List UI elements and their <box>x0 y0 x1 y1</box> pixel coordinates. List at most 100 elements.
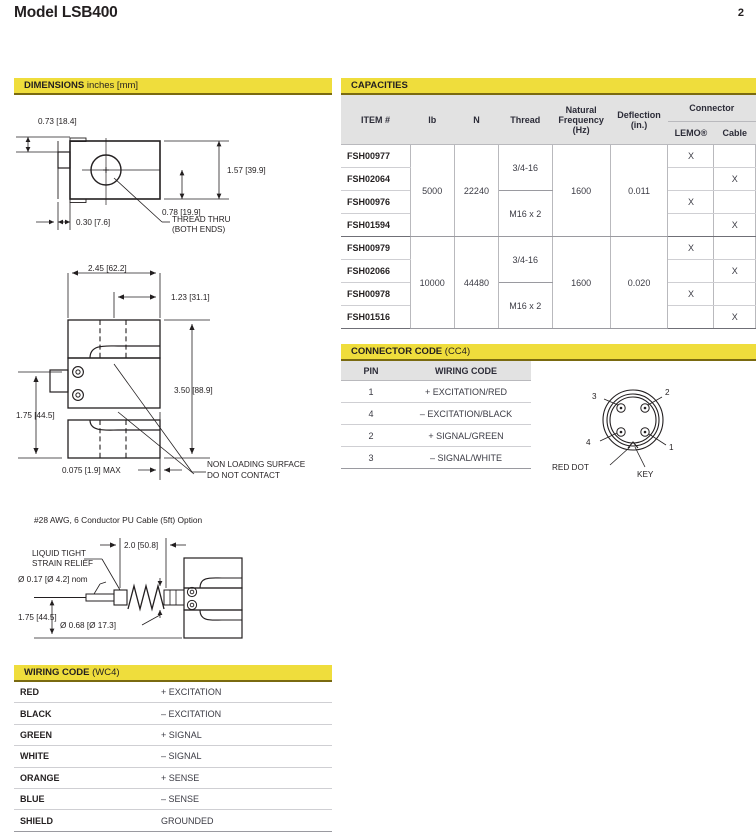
pin-label-3: 3 <box>592 392 597 401</box>
cell-item: FSH00979 <box>341 236 411 260</box>
natural-frequency-line-3: (Hz) <box>572 124 590 135</box>
note-non-loading-line-1: NON LOADING SURFACE <box>207 460 306 469</box>
cell-n: 44480 <box>453 236 500 329</box>
cell-cable <box>713 190 756 214</box>
cell-wire-function: + EXCITATION <box>151 682 332 704</box>
top-view-boss <box>57 151 71 169</box>
cell-wire-function: – SIGNAL <box>151 745 332 768</box>
table-row: SHIELD GROUNDED <box>14 809 332 832</box>
cell-cable <box>713 144 756 168</box>
page-number: 2 <box>737 7 744 19</box>
connector-mid-ring <box>606 393 660 447</box>
dim-label-175: 1.75 [44.5] <box>16 411 55 420</box>
cell-item: FSH02066 <box>341 259 411 283</box>
cell-thread: 3/4-16 <box>498 144 553 191</box>
dim-label-0075: 0.075 [1.9] MAX <box>62 466 121 475</box>
dim-label-123: 1.23 [31.1] <box>171 293 210 302</box>
dim-label-20: 2.0 [50.8] <box>124 541 158 550</box>
cell-lemo <box>667 259 715 283</box>
cable-option-drawing: #28 AWG, 6 Conductor PU Cable (5ft) Opti… <box>14 512 344 652</box>
dimensions-banner-title: DIMENSIONS <box>24 80 85 91</box>
cell-item: FSH00976 <box>341 190 411 214</box>
wiring-code-banner-subtitle: (WC4) <box>92 667 120 678</box>
connector-pinout-diagram: 3 2 4 1 RED DOT KEY <box>548 375 748 480</box>
strain-relief-spring <box>127 583 165 612</box>
note-thread-thru-line-2: (BOTH ENDS) <box>172 225 225 234</box>
pin-dot-2 <box>643 406 647 410</box>
note-thread-thru-line-1: THREAD THRU <box>172 215 231 224</box>
cell-wire-function: – SENSE <box>151 788 332 811</box>
deflection-line-1: Deflection <box>617 109 661 120</box>
red-dot-label: RED DOT <box>552 463 589 472</box>
table-row: FSH00979 10000 44480 3/4-16 1600 0.020 X <box>341 236 756 329</box>
col-header-cable: Cable <box>713 121 756 145</box>
strain-relief-label-line-2: STRAIN RELIEF <box>32 559 93 568</box>
cable-view-s-upper <box>199 577 242 589</box>
wiring-code-banner: WIRING CODE (WC4) <box>14 665 332 682</box>
cell-cable <box>713 282 756 306</box>
dim-label-017: Ø 0.17 [Ø 4.2] nom <box>18 575 88 584</box>
capacities-table-head: ITEM # lb N Thread Natural Frequency (Hz… <box>341 95 756 145</box>
cable-view-upper-arm <box>183 557 243 589</box>
cell-thread: 3/4-16 <box>498 236 553 283</box>
cell-wiring-code: – SIGNAL/WHITE <box>401 446 531 469</box>
cell-deflection: 0.011 <box>609 144 669 237</box>
note-non-loading-line-2: DO NOT CONTACT <box>207 471 280 480</box>
page-title: Model LSB400 <box>14 4 118 21</box>
cell-pin: 1 <box>341 380 401 403</box>
connector-code-table: PIN WIRING CODE 1 + EXCITATION/RED 4 – E… <box>341 361 531 469</box>
connector-outer-ring <box>602 389 664 451</box>
col-header-wiring-code: WIRING CODE <box>401 361 531 381</box>
pin-label-4: 4 <box>586 438 591 447</box>
cell-item: FSH01594 <box>341 213 411 237</box>
key-label: KEY <box>637 470 654 479</box>
wiring-code-table: RED + EXCITATION BLACK – EXCITATION GREE… <box>14 682 332 832</box>
datasheet-page: Model LSB400 2 DIMENSIONS inches [mm] CA… <box>0 0 756 832</box>
cell-wire-color: ORANGE <box>14 767 151 789</box>
strain-relief-label-line-1: LIQUID TIGHT <box>32 549 86 558</box>
strain-relief-body <box>113 589 128 606</box>
cell-lb: 10000 <box>409 236 455 329</box>
wiring-code-table-body: RED + EXCITATION BLACK – EXCITATION GREE… <box>14 682 332 832</box>
col-header-deflection: Deflection (in.) <box>610 95 668 145</box>
cell-lemo <box>667 213 715 237</box>
table-row: GREEN + SIGNAL <box>14 724 332 747</box>
front-view-middle-block <box>67 357 161 409</box>
cell-wire-color: BLACK <box>14 702 151 725</box>
leader-thread-thru <box>113 177 163 223</box>
front-view-upper-arm <box>67 319 161 359</box>
connector-code-table-body: 1 + EXCITATION/RED 4 – EXCITATION/BLACK … <box>341 380 531 469</box>
leader-red-dot <box>609 446 631 466</box>
leader-non-loading-2 <box>117 411 195 475</box>
cell-item: FSH01516 <box>341 305 411 329</box>
dimensions-banner-subtitle: inches [mm] <box>86 80 139 91</box>
capacities-banner-title: CAPACITIES <box>351 80 408 91</box>
cell-item: FSH00977 <box>341 144 411 168</box>
cell-lb: 5000 <box>409 144 455 237</box>
screw-lower <box>72 389 84 401</box>
cell-wire-function: GROUNDED <box>151 809 332 832</box>
col-header-pin: PIN <box>341 361 401 381</box>
front-view-drawing: 2.45 [62.2] 1.23 [31.1] 3.50 [88.9] 1.75… <box>14 252 344 492</box>
cell-item: FSH02064 <box>341 167 411 191</box>
front-view-connector-boss <box>49 369 69 393</box>
cable-screw-lower <box>186 599 198 611</box>
cell-natural-frequency: 1600 <box>551 236 611 329</box>
leader-dia-068 <box>141 614 161 626</box>
top-view-drawing: 0.73 [18.4] 1.57 [39.9] 0.78 [19.9] 0.30… <box>14 110 334 245</box>
cell-wiring-code: – EXCITATION/BLACK <box>401 402 531 425</box>
table-row: BLACK – EXCITATION <box>14 702 332 725</box>
cell-cable <box>713 236 756 260</box>
connector-code-banner-title: CONNECTOR CODE <box>351 346 443 357</box>
cell-wiring-code: + EXCITATION/RED <box>401 380 531 403</box>
connector-code-banner-text: CONNECTOR CODE (CC4) <box>351 346 470 357</box>
col-header-natural-frequency: Natural Frequency (Hz) <box>552 95 611 145</box>
cell-cable: X <box>713 305 756 329</box>
cell-wire-color: RED <box>14 682 151 704</box>
dim-label-073: 0.73 [18.4] <box>38 117 77 126</box>
cell-lemo <box>667 167 715 191</box>
capacities-table: ITEM # lb N Thread Natural Frequency (Hz… <box>341 95 756 329</box>
leader-dia-017 <box>93 583 101 595</box>
leader-key <box>634 446 646 468</box>
table-row: 1 + EXCITATION/RED <box>341 380 531 403</box>
